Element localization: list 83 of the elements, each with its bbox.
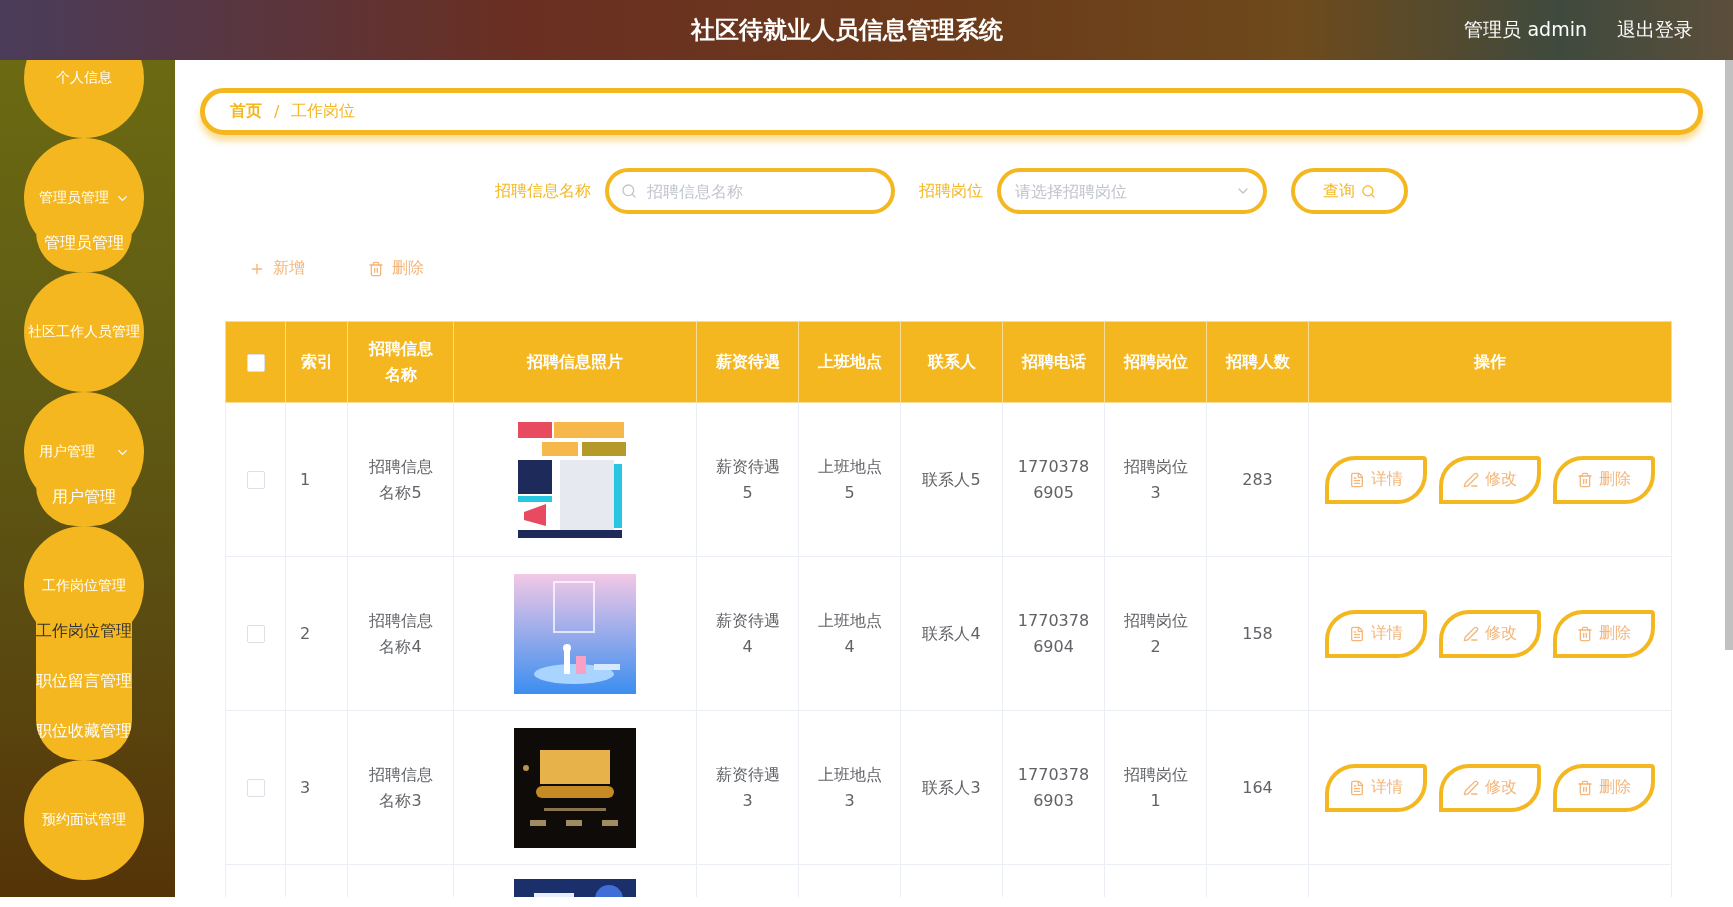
pen-icon xyxy=(1463,779,1479,796)
user-name: 管理员 admin xyxy=(1464,17,1587,42)
breadcrumb-link[interactable]: 首页 xyxy=(230,101,262,122)
column-header: 薪资待遇 xyxy=(696,321,799,403)
menu-item[interactable]: 管理员管理 xyxy=(38,189,130,207)
table-cell: 3 xyxy=(285,710,348,865)
table-cell: 上班地点4 xyxy=(798,556,901,711)
table-cell: 上班地点5 xyxy=(798,402,901,557)
field-label: 招聘岗位 xyxy=(919,180,983,202)
edit-button[interactable]: 修改 xyxy=(1439,763,1541,812)
table-cell: 164 xyxy=(1206,710,1309,865)
document-icon xyxy=(1349,471,1365,488)
pen-icon xyxy=(1463,625,1479,642)
column-header: 上班地点 xyxy=(798,321,901,403)
delete-button[interactable]: 删除 xyxy=(1553,455,1655,504)
menu-item[interactable]: 社区工作人员管理 xyxy=(28,323,140,341)
column-header: 招聘岗位 xyxy=(1104,321,1207,403)
document-icon xyxy=(1349,625,1365,642)
table-cell: 招聘信息名称5 xyxy=(347,402,454,557)
edit-button[interactable]: 修改 xyxy=(1439,609,1541,658)
table-cell: 17703786905 xyxy=(1002,402,1105,557)
field-label: 招聘信息名称 xyxy=(495,180,591,202)
details-button[interactable]: 详情 xyxy=(1325,455,1427,504)
row-checkbox[interactable] xyxy=(246,779,265,798)
add-button[interactable]: 新增 xyxy=(245,254,309,283)
submenu-item[interactable]: 管理员管理 xyxy=(44,218,124,268)
breadcrumb-separator: / xyxy=(274,102,280,121)
edit-button[interactable]: 修改 xyxy=(1439,455,1541,504)
search-icon xyxy=(1361,183,1376,199)
column-header: 索引 xyxy=(285,321,348,403)
table-cell: 17703786903 xyxy=(1002,710,1105,865)
trash-icon xyxy=(1577,471,1593,488)
trash-icon xyxy=(1577,779,1593,796)
submenu-item[interactable]: 工作岗位管理 xyxy=(36,606,132,656)
table-cell: 联系人4 xyxy=(900,556,1003,711)
menu-item[interactable]: 个人信息 xyxy=(56,69,112,87)
column-header: 招聘信息名称 xyxy=(347,321,454,403)
table-cell: 招聘信息名称4 xyxy=(347,556,454,711)
table-cell: 联系人5 xyxy=(900,402,1003,557)
table-cell: 薪资待遇5 xyxy=(696,402,799,557)
menu-item[interactable]: 工作岗位管理 xyxy=(42,577,126,595)
table-cell: 联系人3 xyxy=(900,710,1003,865)
table-cell: 2 xyxy=(285,556,348,711)
scrollbar[interactable] xyxy=(1725,60,1733,650)
table-cell: 上班地点3 xyxy=(798,710,901,865)
column-header: 操作 xyxy=(1308,321,1672,403)
search-icon xyxy=(621,183,637,199)
column-header: 招聘信息照片 xyxy=(453,321,697,403)
table-cell: 283 xyxy=(1206,402,1309,557)
table-cell: 薪资待遇4 xyxy=(696,556,799,711)
submenu-item[interactable]: 用户管理 xyxy=(52,472,116,522)
details-button[interactable]: 详情 xyxy=(1325,609,1427,658)
app-title: 社区待就业人员信息管理系统 xyxy=(690,15,1003,46)
trash-icon xyxy=(368,260,384,277)
details-button[interactable]: 详情 xyxy=(1325,763,1427,812)
pen-icon xyxy=(1463,471,1479,488)
menu-item[interactable]: 用户管理 xyxy=(38,443,130,461)
column-header: 招聘人数 xyxy=(1206,321,1309,403)
search-button[interactable]: 查询 xyxy=(1291,168,1408,214)
table-cell: 1 xyxy=(285,402,348,557)
table-cell: 招聘岗位3 xyxy=(1104,402,1207,557)
table-cell: 招聘信息名称3 xyxy=(347,710,454,865)
select-all-checkbox[interactable] xyxy=(246,353,265,372)
submenu-item[interactable]: 职位留言管理 xyxy=(36,656,132,706)
row-checkbox[interactable] xyxy=(246,471,265,490)
delete-button[interactable]: 删除 xyxy=(364,254,428,283)
table-cell: 薪资待遇3 xyxy=(696,710,799,865)
delete-button[interactable]: 删除 xyxy=(1553,763,1655,812)
column-header: 联系人 xyxy=(900,321,1003,403)
breadcrumb-current: 工作岗位 xyxy=(291,101,356,122)
row-checkbox[interactable] xyxy=(246,625,265,644)
table-cell: 17703786904 xyxy=(1002,556,1105,711)
logout-link[interactable]: 退出登录 xyxy=(1617,17,1693,43)
table-cell: 招聘岗位1 xyxy=(1104,710,1207,865)
search-field[interactable]: 招聘信息名称 xyxy=(605,168,895,214)
select-field[interactable]: 请选择招聘岗位 xyxy=(997,168,1267,214)
document-icon xyxy=(1349,779,1365,796)
column-header: 招聘电话 xyxy=(1002,321,1105,403)
table-cell: 招聘岗位2 xyxy=(1104,556,1207,711)
table-cell: 158 xyxy=(1206,556,1309,711)
delete-button[interactable]: 删除 xyxy=(1553,609,1655,658)
trash-icon xyxy=(1577,625,1593,642)
menu-item[interactable]: 预约面试管理 xyxy=(42,811,126,829)
